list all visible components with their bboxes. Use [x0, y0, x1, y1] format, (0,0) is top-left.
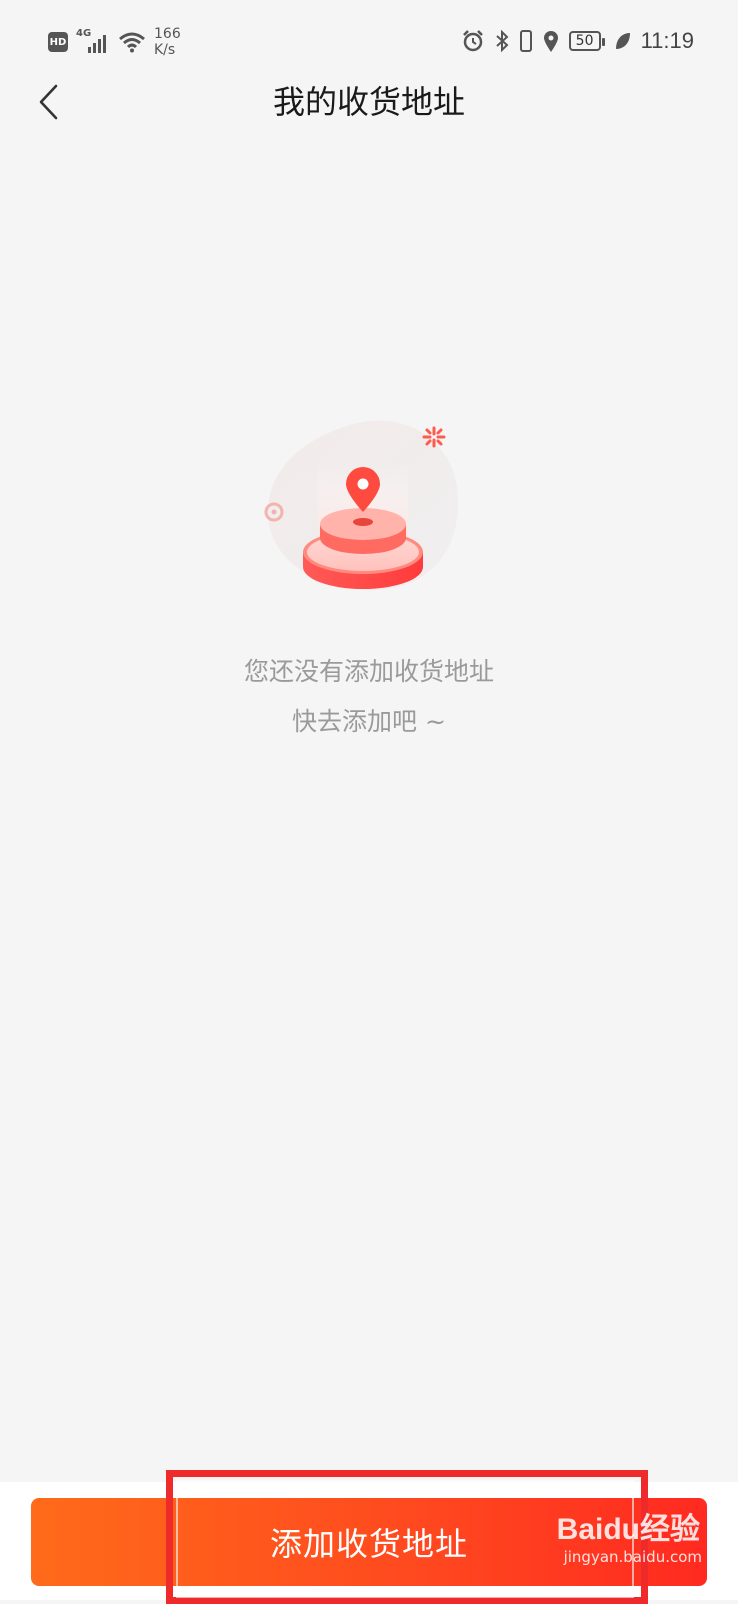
bottom-bar: 添加收货地址 — [0, 1482, 738, 1600]
speed-unit: K/s — [154, 42, 176, 58]
battery-icon: 50 — [568, 31, 605, 51]
clock: 11:19 — [640, 28, 694, 53]
wifi-icon — [119, 32, 145, 53]
hd-icon: HD — [48, 32, 68, 52]
empty-message: 您还没有添加收货地址 — [243, 657, 494, 686]
empty-hint: 快去添加吧 ~ — [292, 707, 446, 736]
vibrate-phone-icon — [519, 30, 532, 52]
add-address-button[interactable]: 添加收货地址 — [31, 1498, 707, 1586]
signal-icon: 4G — [76, 29, 110, 55]
alarm-icon — [462, 30, 483, 52]
status-right: 50 11:19 — [461, 26, 694, 56]
network-speed: 166 K/s — [154, 26, 181, 58]
location-icon — [543, 31, 558, 52]
speed-value: 166 — [154, 26, 181, 42]
empty-address-illustration — [264, 420, 458, 591]
page-title: 我的收货地址 — [272, 83, 465, 121]
status-bar: HD 4G 166 K/s 50 11:19 — [0, 0, 738, 84]
bluetooth-icon — [495, 29, 509, 53]
status-left: HD 4G 166 K/s — [48, 26, 181, 58]
leaf-icon — [615, 33, 630, 49]
